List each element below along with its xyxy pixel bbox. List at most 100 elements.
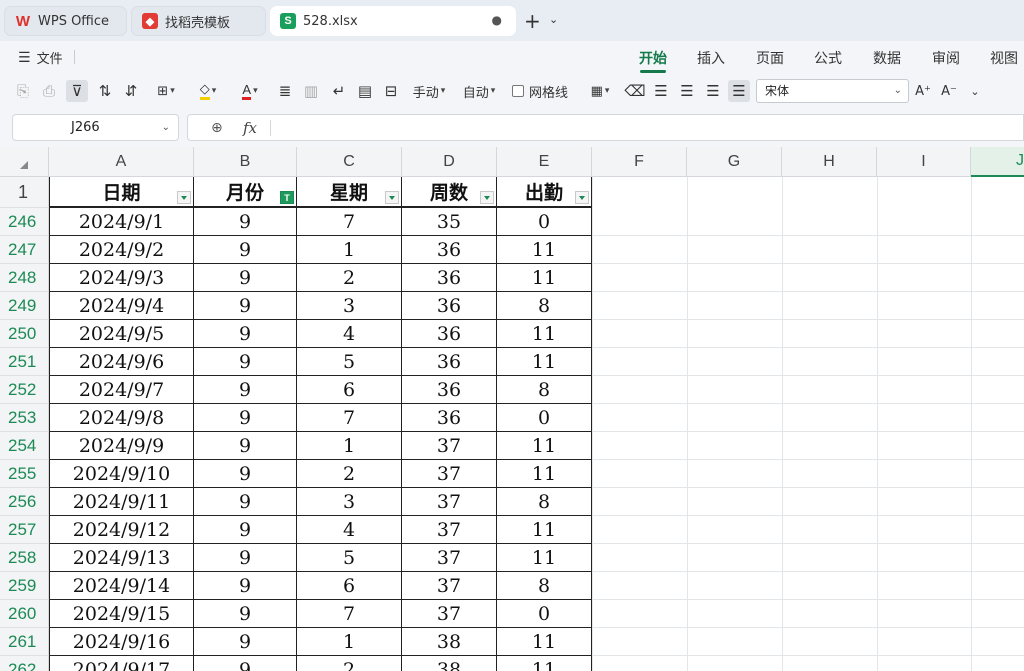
gridlines-checkbox[interactable]: [511, 85, 524, 97]
table-cell[interactable]: 9: [194, 236, 297, 264]
table-cell[interactable]: 0: [497, 600, 592, 628]
table-cell[interactable]: 4: [297, 320, 402, 348]
table-cell[interactable]: 9: [194, 208, 297, 236]
font-family-select[interactable]: 宋体 ⌄: [756, 79, 909, 103]
spreadsheet-grid[interactable]: ABCDEFGHIJ 1 246 247 248 249 250 251 252 253 254 2…: [0, 147, 1024, 671]
table-cell[interactable]: 2024/9/14: [49, 572, 194, 600]
table-cell[interactable]: 0: [497, 404, 592, 432]
cell-style-button[interactable]: ▦ ▾: [584, 80, 616, 102]
row-header[interactable]: 261: [0, 628, 49, 656]
table-cell[interactable]: 11: [497, 264, 592, 292]
table-cell[interactable]: 2024/9/16: [49, 628, 194, 656]
table-cell[interactable]: 9: [194, 488, 297, 516]
header-cell[interactable]: 周数: [402, 177, 497, 208]
table-cell[interactable]: 8: [497, 292, 592, 320]
row-header[interactable]: 257: [0, 516, 49, 544]
table-cell[interactable]: 9: [194, 460, 297, 488]
table-cell[interactable]: 2024/9/9: [49, 432, 194, 460]
table-cell[interactable]: 6: [297, 572, 402, 600]
row-header-1[interactable]: 1: [0, 177, 49, 208]
table-cell[interactable]: 2024/9/17: [49, 656, 194, 671]
table-cell[interactable]: 9: [194, 348, 297, 376]
table-cell[interactable]: 35: [402, 208, 497, 236]
filter-dropdown-icon[interactable]: [575, 191, 589, 204]
table-cell[interactable]: 9: [194, 544, 297, 572]
wrap-text-icon[interactable]: ↵: [328, 80, 350, 102]
manual-row-height-button[interactable]: 手动 ▾: [408, 80, 450, 102]
table-cell[interactable]: 2: [297, 264, 402, 292]
row-header[interactable]: 256: [0, 488, 49, 516]
row-header[interactable]: 250: [0, 320, 49, 348]
table-cell[interactable]: 9: [194, 628, 297, 656]
table-cell[interactable]: 2: [297, 460, 402, 488]
table-cell[interactable]: 11: [497, 460, 592, 488]
text-align-left-icon[interactable]: ☰: [650, 80, 672, 102]
magnify-icon[interactable]: ⊕: [211, 120, 223, 136]
table-cell[interactable]: 9: [194, 656, 297, 671]
table-cell[interactable]: 5: [297, 544, 402, 572]
gridlines-toggle[interactable]: 网格线: [511, 80, 569, 102]
clear-format-icon[interactable]: ⌫: [624, 80, 646, 102]
table-cell[interactable]: 6: [297, 376, 402, 404]
table-cell[interactable]: 1: [297, 432, 402, 460]
table-cell[interactable]: 11: [497, 320, 592, 348]
tab-wps-office[interactable]: W WPS Office: [4, 6, 127, 36]
tab-home[interactable]: 开始: [639, 48, 667, 68]
tab-current-file[interactable]: S 528.xlsx ●: [270, 6, 516, 36]
table-cell[interactable]: 37: [402, 488, 497, 516]
name-box[interactable]: J266 ⌄: [12, 114, 179, 141]
row-header[interactable]: 246: [0, 208, 49, 236]
text-align-center-icon[interactable]: ☰: [676, 80, 698, 102]
column-header-d[interactable]: D: [402, 147, 497, 177]
row-header[interactable]: 249: [0, 292, 49, 320]
table-cell[interactable]: 36: [402, 292, 497, 320]
freeze-panes-icon[interactable]: ⊟: [380, 80, 402, 102]
text-align-justify-icon[interactable]: ☰: [728, 80, 750, 102]
select-all-corner[interactable]: [0, 147, 49, 177]
column-header-c[interactable]: C: [297, 147, 402, 177]
table-cell[interactable]: 11: [497, 628, 592, 656]
table-cell[interactable]: 11: [497, 516, 592, 544]
table-cell[interactable]: 2024/9/1: [49, 208, 194, 236]
table-cell[interactable]: 4: [297, 516, 402, 544]
header-cell[interactable]: 星期: [297, 177, 402, 208]
column-header-g[interactable]: G: [687, 147, 782, 177]
table-cell[interactable]: 3: [297, 292, 402, 320]
filter-icon[interactable]: ⊽: [66, 80, 88, 102]
filter-dropdown-icon[interactable]: [385, 191, 399, 204]
header-cell[interactable]: 出勤: [497, 177, 592, 208]
fill-icon[interactable]: ▤: [354, 80, 376, 102]
row-header[interactable]: 258: [0, 544, 49, 572]
table-cell[interactable]: 9: [194, 516, 297, 544]
table-cell[interactable]: 9: [194, 432, 297, 460]
row-header[interactable]: 254: [0, 432, 49, 460]
new-tab-button[interactable]: +: [524, 9, 541, 33]
filter-dropdown-icon[interactable]: [480, 191, 494, 204]
table-cell[interactable]: 2024/9/7: [49, 376, 194, 404]
table-cell[interactable]: 11: [497, 544, 592, 572]
table-cell[interactable]: 2024/9/6: [49, 348, 194, 376]
header-cell[interactable]: 日期: [49, 177, 194, 208]
table-cell[interactable]: 2024/9/12: [49, 516, 194, 544]
table-cell[interactable]: 5: [297, 348, 402, 376]
table-cell[interactable]: 36: [402, 236, 497, 264]
table-cell[interactable]: 37: [402, 460, 497, 488]
table-cell[interactable]: 8: [497, 572, 592, 600]
table-cell[interactable]: 36: [402, 320, 497, 348]
table-cell[interactable]: 11: [497, 432, 592, 460]
row-header[interactable]: 260: [0, 600, 49, 628]
table-cell[interactable]: 37: [402, 544, 497, 572]
table-cell[interactable]: 37: [402, 600, 497, 628]
table-cell[interactable]: 38: [402, 656, 497, 671]
unsaved-dot-icon[interactable]: ●: [492, 13, 502, 27]
row-header[interactable]: 259: [0, 572, 49, 600]
table-cell[interactable]: 8: [497, 376, 592, 404]
fill-color-button[interactable]: ◇ ▾: [192, 80, 224, 102]
table-cell[interactable]: 2024/9/3: [49, 264, 194, 292]
insert-function-button[interactable]: fx: [243, 119, 257, 137]
tab-list-dropdown-icon[interactable]: ⌄: [549, 13, 558, 26]
filter-active-icon[interactable]: T: [280, 191, 294, 204]
table-cell[interactable]: 9: [194, 264, 297, 292]
column-header-f[interactable]: F: [592, 147, 687, 177]
align-left-icon[interactable]: ≣: [274, 80, 296, 102]
